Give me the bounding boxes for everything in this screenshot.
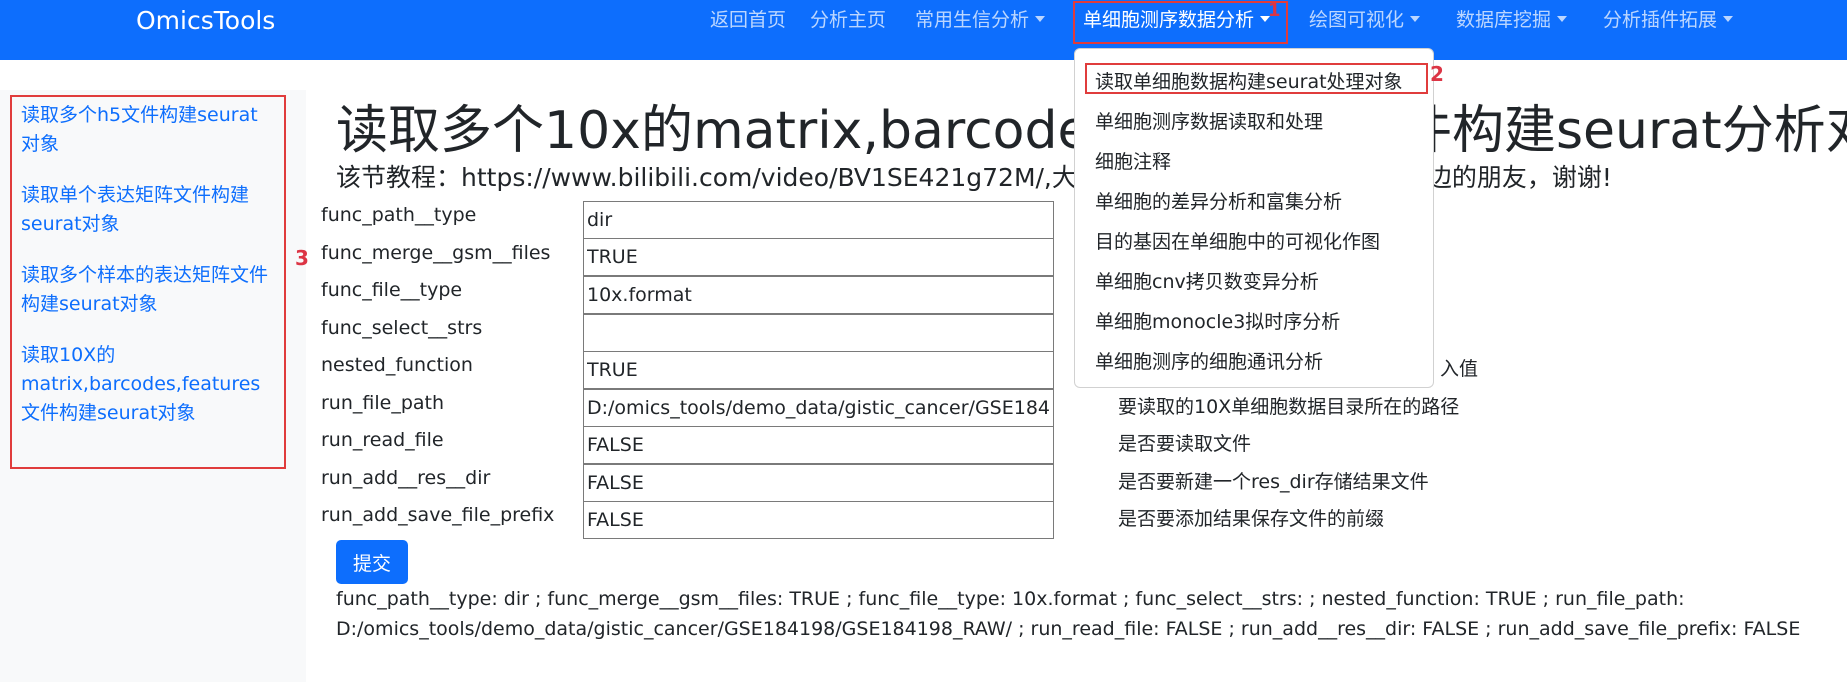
dropdown-item-cell-communication[interactable]: 单细胞测序的细胞通讯分析 [1095, 347, 1323, 374]
param-input-func-select-strs[interactable] [583, 314, 1054, 352]
nav-analysis-home[interactable]: 分析主页 [810, 5, 886, 32]
dropdown-item-diff-enrichment[interactable]: 单细胞的差异分析和富集分析 [1095, 187, 1342, 214]
param-input-func-path-type[interactable] [583, 201, 1054, 239]
param-input-run-add-save-file-prefix[interactable] [583, 501, 1054, 539]
dropdown-item-cell-annotation[interactable]: 细胞注释 [1095, 147, 1171, 174]
nav-common-analysis-label: 常用生信分析 [915, 9, 1030, 31]
param-label: run_add__res__dir [321, 467, 491, 489]
chevron-down-icon [1035, 16, 1046, 22]
param-label: func_select__strs [321, 317, 483, 339]
param-label: func_file__type [321, 279, 463, 301]
param-description: 是否要读取文件 [1118, 433, 1252, 455]
param-input-run-add-res-dir[interactable] [583, 464, 1054, 502]
annotation-marker-1: 1 [1268, 0, 1281, 21]
param-label: func_merge__gsm__files [321, 242, 551, 264]
param-description: 入值 [1440, 358, 1479, 380]
annotation-marker-3: 3 [295, 246, 309, 270]
param-input-func-file-type[interactable] [583, 276, 1054, 314]
sidebar: 读取多个h5文件构建seurat对象 读取单个表达矩阵文件构建seurat对象 … [0, 90, 306, 682]
dropdown-item-read-seurat[interactable]: 读取单细胞数据构建seurat处理对象 [1095, 67, 1403, 94]
param-description: 是否要新建一个res_dir存储结果文件 [1118, 471, 1429, 493]
result-summary: func_path__type: dir ; func_merge__gsm__… [336, 588, 1801, 640]
param-label: nested_function [321, 354, 473, 376]
chevron-down-icon [1557, 16, 1568, 22]
param-description: 要读取的10X单细胞数据目录所在的路径 [1118, 396, 1460, 418]
param-input-run-read-file[interactable] [583, 426, 1054, 464]
param-input-run-file-path[interactable] [583, 389, 1054, 427]
annotation-box-nav [1073, 1, 1288, 44]
param-label: run_add_save_file_prefix [321, 504, 555, 526]
nav-plugins-label: 分析插件拓展 [1603, 9, 1718, 31]
chevron-down-icon [1723, 16, 1734, 22]
dropdown-item-gene-visualization[interactable]: 目的基因在单细胞中的可视化作图 [1095, 227, 1380, 254]
top-navbar: OmicsTools 返回首页 分析主页 常用生信分析 单细胞测序数据分析 绘图… [0, 0, 1847, 60]
single-cell-dropdown-menu: 读取单细胞数据构建seurat处理对象 单细胞测序数据读取和处理 细胞注释 单细… [1074, 48, 1434, 388]
nav-visualization-label: 绘图可视化 [1309, 9, 1405, 31]
param-input-func-merge-gsm-files[interactable] [583, 238, 1054, 276]
param-label: run_file_path [321, 392, 445, 414]
param-description: 是否要添加结果保存文件的前缀 [1118, 508, 1385, 530]
dropdown-item-cnv[interactable]: 单细胞cnv拷贝数变异分析 [1095, 267, 1319, 294]
annotation-marker-2: 2 [1430, 62, 1444, 86]
sidebar-item-multi-matrix[interactable]: 读取多个样本的表达矩阵文件构建seurat对象 [21, 261, 271, 319]
submit-button[interactable]: 提交 [336, 540, 408, 584]
nav-common-analysis[interactable]: 常用生信分析 [915, 5, 1046, 32]
chevron-down-icon [1410, 16, 1421, 22]
dropdown-item-monocle3[interactable]: 单细胞monocle3拟时序分析 [1095, 307, 1340, 334]
nav-database-mining-label: 数据库挖掘 [1456, 9, 1552, 31]
nav-home[interactable]: 返回首页 [710, 5, 786, 32]
brand-logo[interactable]: OmicsTools [136, 6, 275, 35]
sidebar-item-10x[interactable]: 读取10X的matrix,barcodes,features文件构建seurat… [21, 341, 271, 428]
nav-database-mining[interactable]: 数据库挖掘 [1456, 5, 1568, 32]
nav-plugins[interactable]: 分析插件拓展 [1603, 5, 1734, 32]
sidebar-item-single-matrix[interactable]: 读取单个表达矩阵文件构建seurat对象 [21, 181, 271, 239]
nav-visualization[interactable]: 绘图可视化 [1309, 5, 1421, 32]
sidebar-item-h5[interactable]: 读取多个h5文件构建seurat对象 [21, 101, 271, 159]
dropdown-item-read-process[interactable]: 单细胞测序数据读取和处理 [1095, 107, 1323, 134]
param-label: run_read_file [321, 429, 444, 451]
param-input-nested-function[interactable] [583, 351, 1054, 389]
param-label: func_path__type [321, 204, 477, 226]
